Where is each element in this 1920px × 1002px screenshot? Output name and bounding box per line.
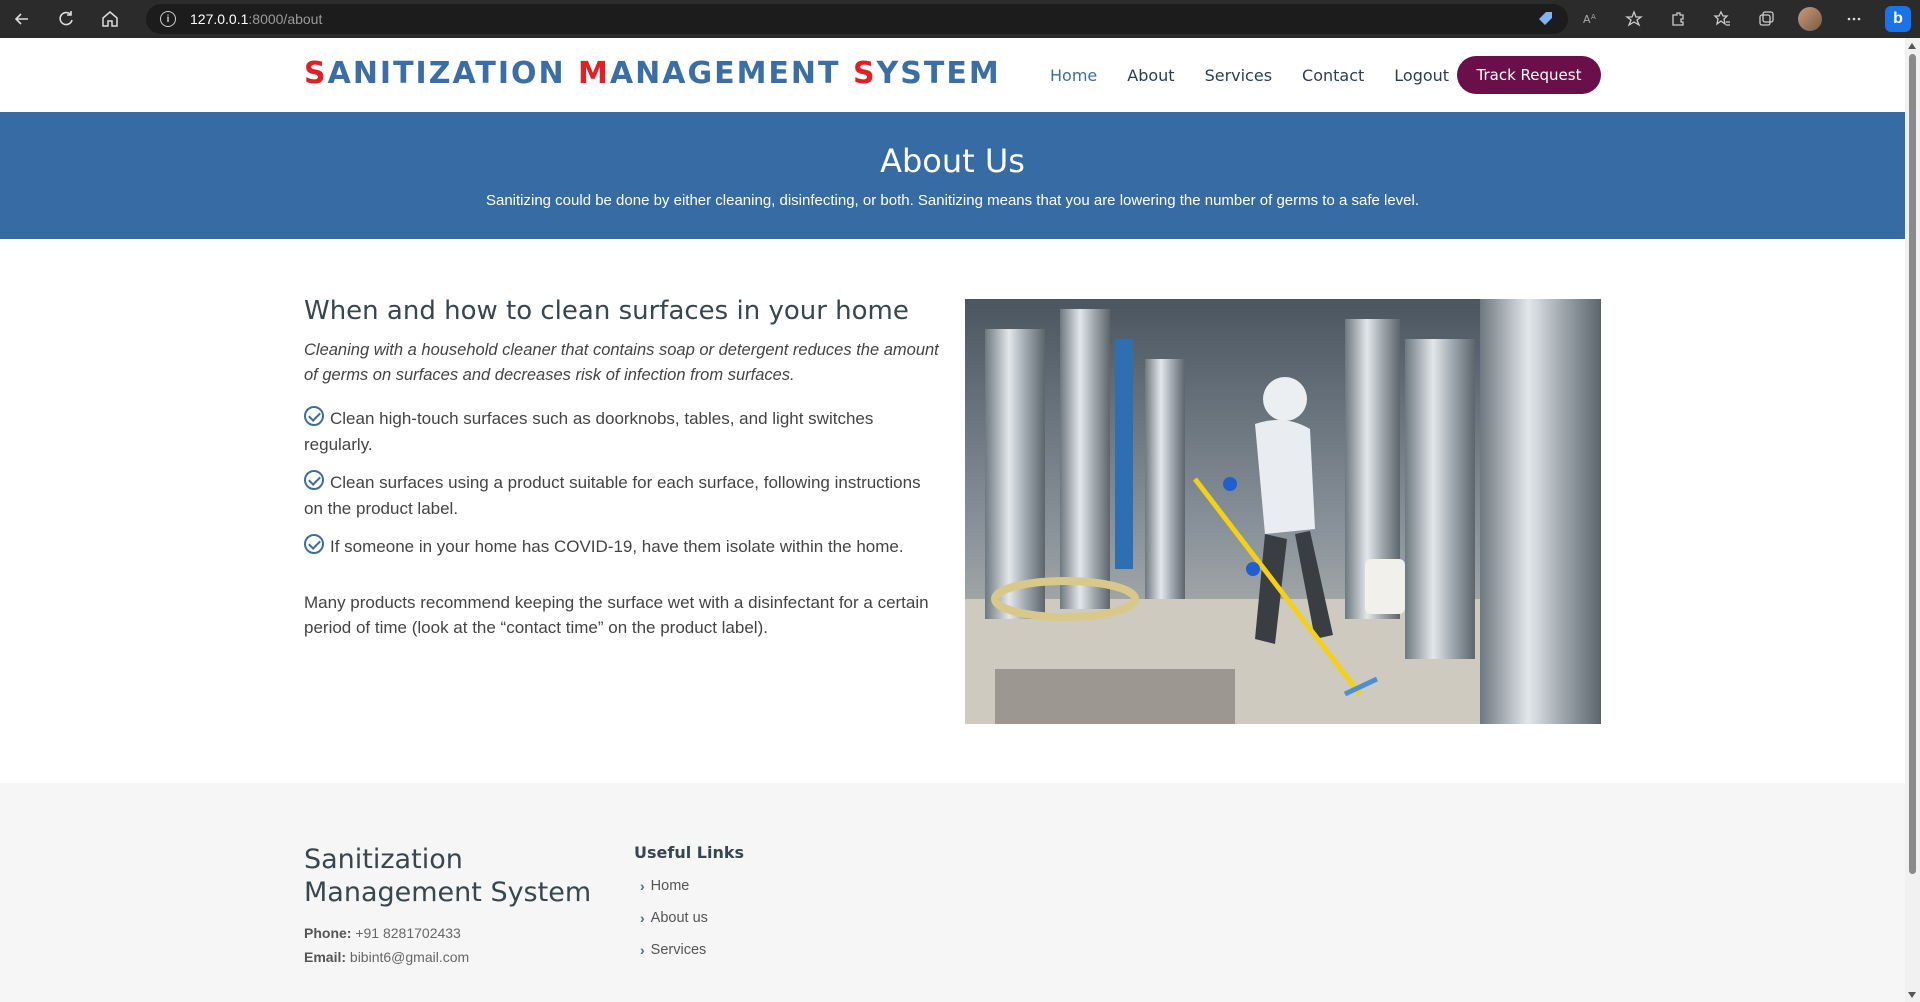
- info-icon[interactable]: i: [160, 11, 176, 27]
- collections-icon[interactable]: [1744, 0, 1788, 38]
- chevron-right-icon: ›: [640, 878, 645, 894]
- logo-word: YSTEM: [876, 56, 1001, 91]
- nav-home[interactable]: Home: [1050, 66, 1097, 85]
- track-request-button[interactable]: Track Request: [1457, 56, 1601, 94]
- footer-link-label: About us: [650, 910, 708, 926]
- footer-link-label: Services: [650, 942, 707, 958]
- svg-text:A: A: [1591, 13, 1596, 21]
- refresh-icon[interactable]: [44, 0, 88, 38]
- logo-letter: S: [852, 56, 877, 91]
- home-icon[interactable]: [88, 0, 132, 38]
- useful-links: Useful Links › Home › About us › Services: [634, 843, 744, 974]
- nav-about[interactable]: About: [1127, 66, 1174, 85]
- nav-contact[interactable]: Contact: [1302, 66, 1364, 85]
- site-footer: Sanitization Management System Phone: +9…: [0, 783, 1905, 1002]
- lead-text: Cleaning with a household cleaner that c…: [304, 341, 939, 384]
- browser-toolbar: i 127.0.0.1:8000/about AA b: [0, 0, 1920, 38]
- logo-word: ANITIZATION: [327, 56, 579, 91]
- email-label: Email:: [304, 949, 347, 965]
- logo-letter: M: [578, 56, 610, 91]
- phone-label: Phone:: [304, 925, 352, 941]
- site-logo[interactable]: SANITIZATION MANAGEMENT SYSTEM: [304, 56, 1001, 91]
- footer-link-home[interactable]: › Home: [634, 878, 744, 894]
- bing-copilot-icon[interactable]: b: [1876, 0, 1920, 38]
- check-circle-icon: [304, 470, 324, 490]
- list-item-text: Clean surfaces using a product suitable …: [304, 473, 921, 518]
- footer-link-services[interactable]: › Services: [634, 942, 744, 958]
- scroll-thumb[interactable]: [1909, 54, 1916, 874]
- chevron-right-icon: ›: [640, 942, 645, 958]
- extensions-icon[interactable]: [1656, 0, 1700, 38]
- chevron-right-icon: ›: [640, 910, 645, 926]
- email-value: bibint6@gmail.com: [349, 949, 470, 965]
- page-scrollbar[interactable]: [1905, 38, 1920, 1002]
- profile-avatar[interactable]: [1788, 0, 1832, 38]
- svg-text:A: A: [1583, 13, 1591, 26]
- list-item: If someone in your home has COVID-19, ha…: [304, 534, 944, 560]
- section-heading: When and how to clean surfaces in your h…: [304, 296, 909, 326]
- footer-link-label: Home: [650, 878, 690, 894]
- scroll-down-icon[interactable]: [1908, 992, 1916, 998]
- avatar: [1798, 7, 1822, 31]
- list-item: Clean surfaces using a product suitable …: [304, 470, 944, 522]
- logo-word: ANAGEMENT: [609, 56, 853, 91]
- page-title: About Us: [880, 142, 1025, 180]
- check-circle-icon: [304, 406, 324, 426]
- url-host: 127.0.0.1: [190, 11, 249, 27]
- footer-brand: Sanitization Management System: [304, 844, 592, 908]
- phone-value: +91 8281702433: [355, 925, 461, 941]
- list-item-text: Clean high-touch surfaces such as doorkn…: [304, 409, 874, 454]
- coupon-tag-icon[interactable]: [1524, 0, 1568, 38]
- page-banner: About Us Sanitizing could be done by eit…: [0, 112, 1905, 239]
- cleaning-worker-image: [965, 299, 1601, 724]
- list-item-text: If someone in your home has COVID-19, ha…: [330, 537, 904, 556]
- site-header: SANITIZATION MANAGEMENT SYSTEM Home Abou…: [0, 38, 1905, 112]
- closing-text: Many products recommend keeping the surf…: [304, 593, 929, 637]
- tips-list: Clean high-touch surfaces such as doorkn…: [304, 406, 944, 560]
- address-bar[interactable]: i 127.0.0.1:8000/about: [146, 4, 1568, 34]
- check-circle-icon: [304, 534, 324, 554]
- nav-logout[interactable]: Logout: [1394, 66, 1449, 85]
- bing-icon: b: [1885, 6, 1911, 32]
- footer-link-about[interactable]: › About us: [634, 910, 744, 926]
- page-subtitle: Sanitizing could be done by either clean…: [485, 192, 1420, 209]
- logo-letter: S: [304, 56, 328, 91]
- favorites-icon[interactable]: [1700, 0, 1744, 38]
- main-nav: Home About Services Contact Logout: [1050, 38, 1479, 112]
- useful-links-title: Useful Links: [634, 843, 745, 862]
- back-icon[interactable]: [0, 0, 44, 38]
- nav-services[interactable]: Services: [1205, 66, 1272, 85]
- read-aloud-icon[interactable]: AA: [1568, 0, 1612, 38]
- url-path: :8000/about: [248, 11, 323, 27]
- scroll-up-icon[interactable]: [1908, 43, 1916, 49]
- list-item: Clean high-touch surfaces such as doorkn…: [304, 406, 944, 458]
- favorite-add-icon[interactable]: [1612, 0, 1656, 38]
- more-options-icon[interactable]: [1832, 0, 1876, 38]
- about-content: When and how to clean surfaces in your h…: [304, 296, 944, 640]
- footer-contact: Phone: +91 8281702433 Email: bibint6@gma…: [304, 921, 469, 969]
